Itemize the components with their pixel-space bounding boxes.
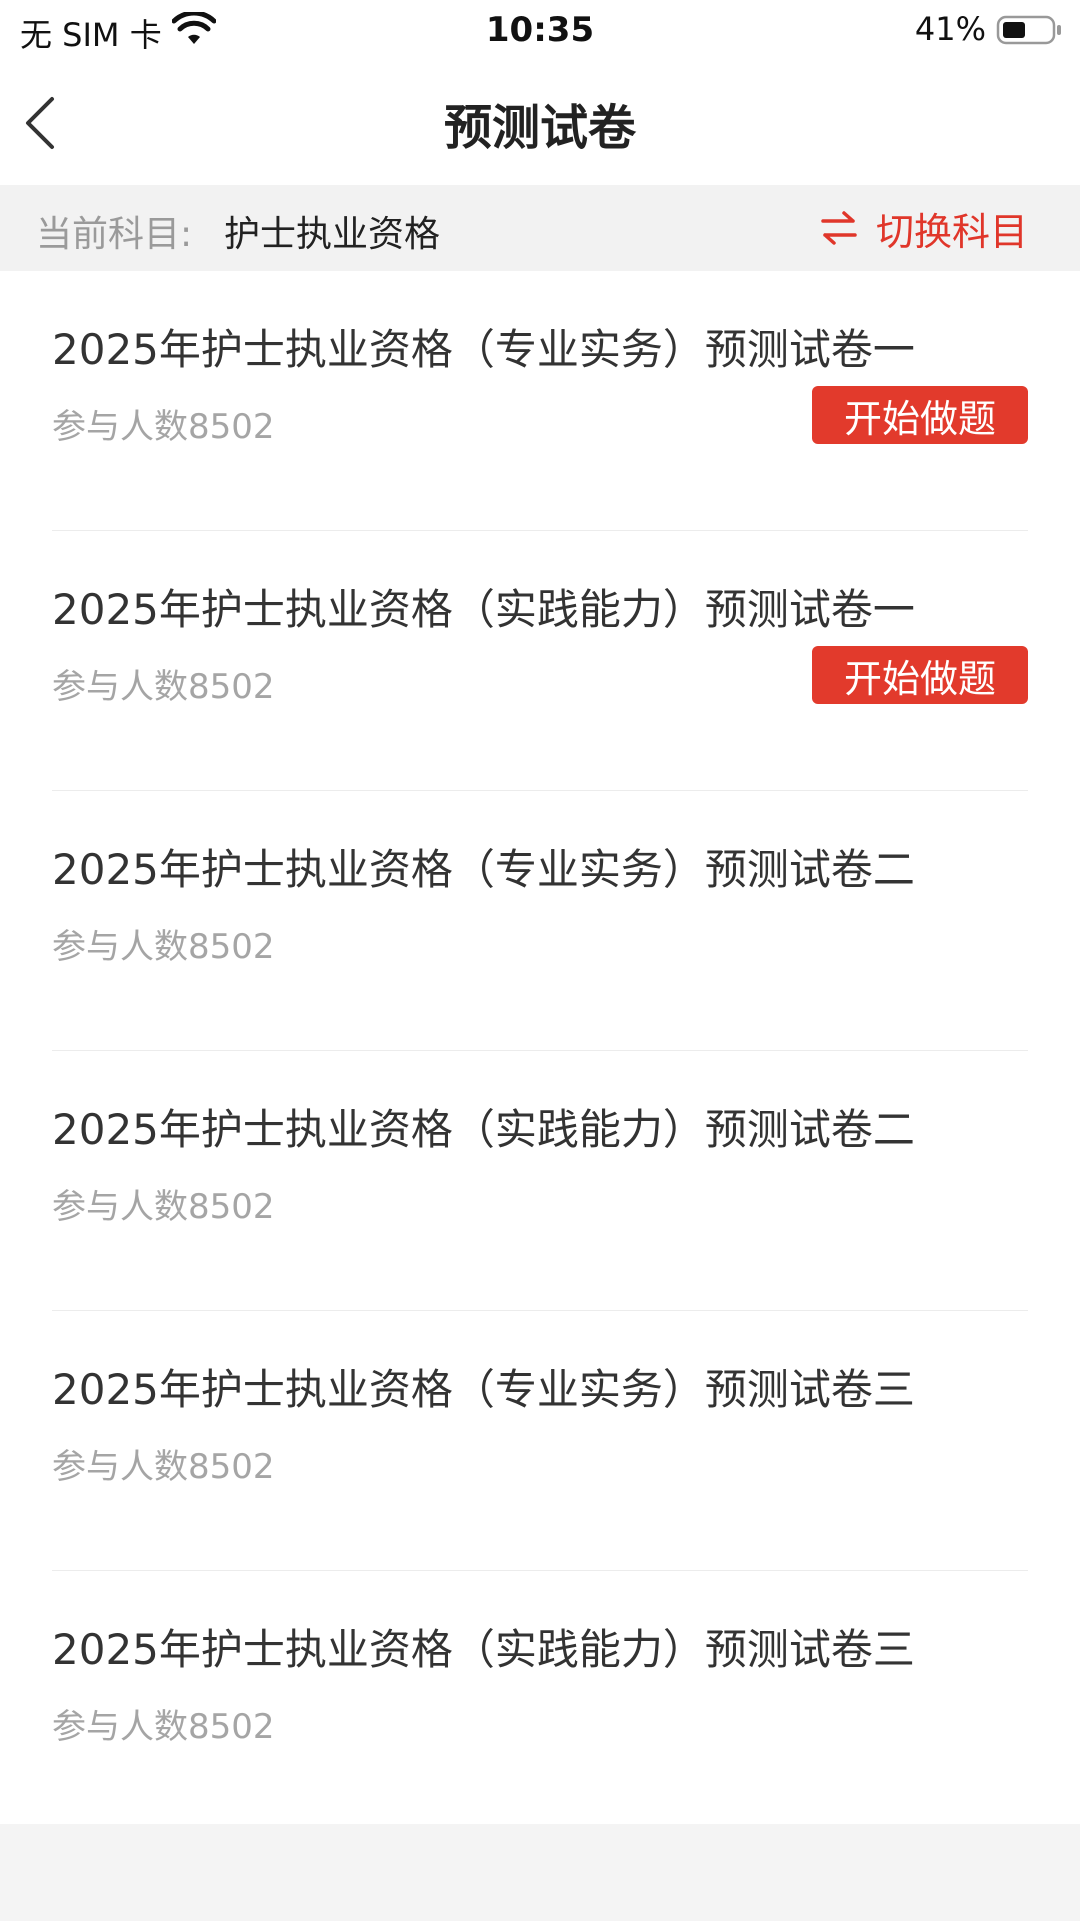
list-item[interactable]: 2025年护士执业资格（实践能力）预测试卷一 参与人数8502 开始做题 xyxy=(52,531,1028,791)
switch-subject-button[interactable]: 切换科目 xyxy=(820,203,1028,254)
start-practice-button[interactable]: 开始做题 xyxy=(812,386,1028,444)
list-item[interactable]: 2025年护士执业资格（专业实务）预测试卷三 参与人数8502 xyxy=(52,1311,1028,1571)
subject-label: 当前科目: xyxy=(36,214,193,255)
participant-count: 参与人数8502 xyxy=(52,927,275,967)
participant-count: 参与人数8502 xyxy=(52,1707,275,1747)
nav-bar: 预测试卷 xyxy=(0,60,1080,185)
paper-title: 2025年护士执业资格（实践能力）预测试卷三 xyxy=(52,1625,915,1674)
participant-count: 参与人数8502 xyxy=(52,1447,275,1487)
list-item[interactable]: 2025年护士执业资格（实践能力）预测试卷二 参与人数8502 xyxy=(52,1051,1028,1311)
battery-icon xyxy=(996,14,1064,46)
page-title: 预测试卷 xyxy=(443,100,636,156)
battery-percentage: 41% xyxy=(914,10,986,48)
list-item[interactable]: 2025年护士执业资格（实践能力）预测试卷三 参与人数8502 xyxy=(52,1571,1028,1830)
paper-title: 2025年护士执业资格（专业实务）预测试卷一 xyxy=(52,325,915,374)
switch-subject-label: 切换科目 xyxy=(875,209,1028,254)
participant-count: 参与人数8502 xyxy=(52,667,275,707)
paper-list: 2025年护士执业资格（专业实务）预测试卷一 参与人数8502 开始做题 202… xyxy=(0,271,1080,1824)
paper-title: 2025年护士执业资格（实践能力）预测试卷二 xyxy=(52,1105,915,1154)
list-item[interactable]: 2025年护士执业资格（专业实务）预测试卷二 参与人数8502 xyxy=(52,791,1028,1051)
start-practice-button[interactable]: 开始做题 xyxy=(812,646,1028,704)
subject-value: 护士执业资格 xyxy=(224,214,441,255)
paper-title: 2025年护士执业资格（专业实务）预测试卷三 xyxy=(52,1365,915,1414)
subject-bar: 当前科目: 护士执业资格 切换科目 xyxy=(0,185,1080,271)
paper-title: 2025年护士执业资格（实践能力）预测试卷一 xyxy=(52,585,915,634)
list-item[interactable]: 2025年护士执业资格（专业实务）预测试卷一 参与人数8502 开始做题 xyxy=(52,271,1028,531)
status-bar: 无 SIM 卡 10:35 41% xyxy=(0,0,1080,60)
participant-count: 参与人数8502 xyxy=(52,407,275,447)
switch-arrows-icon xyxy=(820,210,858,246)
paper-title: 2025年护士执业资格（专业实务）预测试卷二 xyxy=(52,845,915,894)
participant-count: 参与人数8502 xyxy=(52,1187,275,1227)
